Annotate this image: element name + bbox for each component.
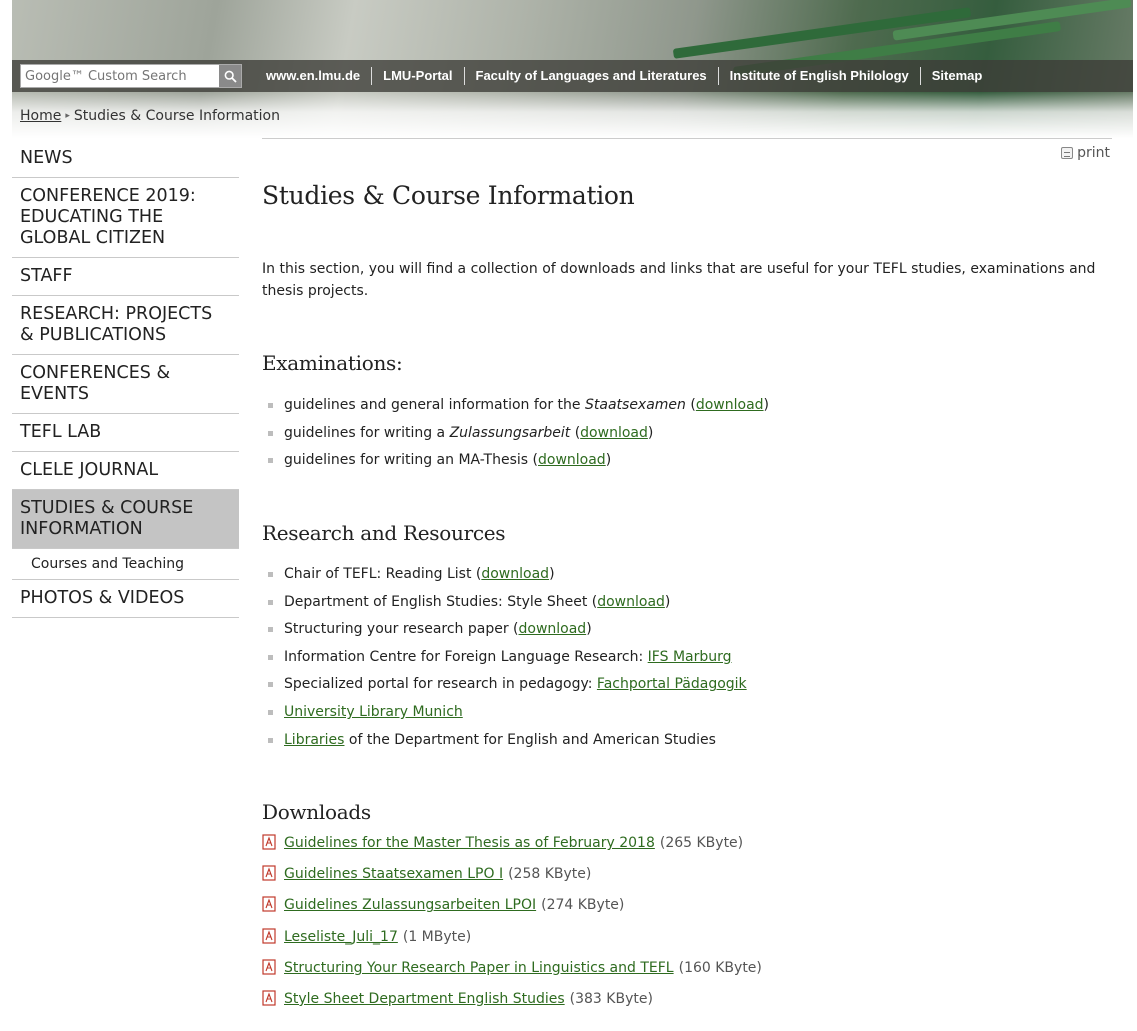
fachportal-link[interactable]: Fachportal Pädagogik — [597, 676, 747, 692]
file-size: (160 KByte) — [678, 959, 762, 976]
list-item: Chair of TEFL: Reading List (download) — [268, 561, 747, 589]
pdf-icon — [262, 959, 276, 975]
research-list: Chair of TEFL: Reading List (download) D… — [268, 561, 747, 754]
file-size: (383 KByte) — [569, 990, 653, 1007]
download-file-link[interactable]: Guidelines Zulassungsarbeiten LPOI — [284, 897, 536, 913]
sidebar-item-conferences-events[interactable]: CONFERENCES & EVENTS — [12, 355, 239, 414]
download-item: Style Sheet Department English Studies (3… — [262, 990, 762, 1022]
search-box — [20, 64, 242, 88]
download-file-link[interactable]: Guidelines Staatsexamen LPO I — [284, 866, 503, 882]
pdf-icon — [262, 865, 276, 881]
download-file-link[interactable]: Structuring Your Research Paper in Lingu… — [284, 960, 674, 976]
breadcrumb-home[interactable]: Home — [20, 108, 61, 124]
research-heading: Research and Resources — [262, 521, 506, 545]
breadcrumb-separator-icon: ▸ — [65, 111, 70, 121]
libraries-link[interactable]: Libraries — [284, 732, 344, 748]
toplink-sitemap[interactable]: Sitemap — [919, 67, 994, 85]
list-item: Department of English Studies: Style She… — [268, 589, 747, 617]
list-item: guidelines for writing an MA-Thesis (dow… — [268, 447, 769, 475]
file-size: (258 KByte) — [508, 866, 592, 883]
examinations-list: guidelines and general information for t… — [268, 392, 769, 475]
download-file-link[interactable]: Guidelines for the Master Thesis as of F… — [284, 835, 655, 851]
print-link[interactable]: print — [1061, 145, 1110, 161]
sidebar-item-conference-2019[interactable]: CONFERENCE 2019: EDUCATING THE GLOBAL CI… — [12, 178, 239, 258]
sidebar-item-tefl-lab[interactable]: TEFL LAB — [12, 414, 239, 452]
toplink-faculty[interactable]: Faculty of Languages and Literatures — [463, 67, 718, 85]
toplink-institute[interactable]: Institute of English Philology — [717, 67, 920, 85]
print-icon — [1061, 147, 1074, 159]
sidebar-item-studies[interactable]: STUDIES & COURSE INFORMATION — [12, 490, 239, 549]
intro-text: In this section, you will find a collect… — [262, 261, 1096, 299]
download-file-link[interactable]: Style Sheet Department English Studies — [284, 991, 565, 1007]
download-link[interactable]: download — [597, 594, 665, 610]
breadcrumb: Home ▸ Studies & Course Information — [20, 108, 280, 124]
list-item: Information Centre for Foreign Language … — [268, 644, 747, 672]
pdf-icon — [262, 927, 276, 944]
downloads-list: Guidelines for the Master Thesis as of F… — [262, 834, 762, 1022]
file-size: (1 MByte) — [402, 928, 472, 945]
print-label: print — [1077, 145, 1110, 161]
download-link[interactable]: download — [481, 566, 549, 582]
pdf-icon — [262, 896, 276, 912]
main-content: print Studies & Course Information In th… — [262, 138, 1112, 1007]
ifs-marburg-link[interactable]: IFS Marburg — [648, 649, 732, 665]
download-item: Guidelines Zulassungsarbeiten LPOI (274 K… — [262, 896, 762, 928]
download-file-link[interactable]: Leseliste_Juli_17 — [284, 929, 398, 945]
top-navigation-bar: www.en.lmu.de LMU-Portal Faculty of Lang… — [12, 60, 1133, 92]
sidebar: NEWS CONFERENCE 2019: EDUCATING THE GLOB… — [12, 140, 239, 618]
sidebar-item-research[interactable]: RESEARCH: PROJECTS & PUBLICATIONS — [12, 296, 239, 355]
list-item: Structuring your research paper (downloa… — [268, 616, 747, 644]
download-item: Guidelines for the Master Thesis as of F… — [262, 834, 762, 866]
list-item: Specialized portal for research in pedag… — [268, 671, 747, 699]
download-link[interactable]: download — [696, 397, 764, 413]
pdf-icon — [262, 834, 276, 850]
list-item: University Library Munich — [268, 699, 747, 727]
search-button[interactable] — [219, 65, 241, 87]
download-item: Guidelines Staatsexamen LPO I (258 KByte) — [262, 865, 762, 897]
list-item: guidelines and general information for t… — [268, 392, 769, 420]
toplink-lmu-portal[interactable]: LMU-Portal — [371, 67, 463, 85]
pdf-icon — [262, 990, 276, 1006]
search-input[interactable] — [21, 65, 219, 87]
content-divider — [262, 138, 1112, 139]
download-link[interactable]: download — [538, 452, 606, 468]
sidebar-item-photos-videos[interactable]: PHOTOS & VIDEOS — [12, 580, 239, 618]
download-item: Leseliste_Juli_17 (1 MByte) — [262, 927, 762, 960]
sidebar-item-news[interactable]: NEWS — [12, 140, 239, 178]
search-icon — [224, 70, 237, 83]
download-item: Structuring Your Research Paper in Lingu… — [262, 959, 762, 991]
examinations-heading: Examinations: — [262, 351, 403, 375]
page-title: Studies & Course Information — [262, 181, 635, 210]
sidebar-item-staff[interactable]: STAFF — [12, 258, 239, 296]
university-library-link[interactable]: University Library Munich — [284, 704, 463, 720]
list-item: Libraries of the Department for English … — [268, 727, 747, 755]
sidebar-item-clele-journal[interactable]: CLELE JOURNAL — [12, 452, 239, 490]
downloads-heading: Downloads — [262, 800, 371, 824]
top-links: www.en.lmu.de LMU-Portal Faculty of Lang… — [266, 60, 993, 92]
breadcrumb-current: Studies & Course Information — [73, 108, 280, 124]
sidebar-subitem-courses[interactable]: Courses and Teaching — [12, 549, 239, 580]
list-item: guidelines for writing a Zulassungsarbei… — [268, 420, 769, 448]
download-link[interactable]: download — [580, 425, 648, 441]
download-link[interactable]: download — [519, 621, 587, 637]
file-size: (274 KByte) — [541, 897, 625, 914]
file-size: (265 KByte) — [659, 835, 744, 851]
toplink-lmu[interactable]: www.en.lmu.de — [266, 67, 371, 85]
